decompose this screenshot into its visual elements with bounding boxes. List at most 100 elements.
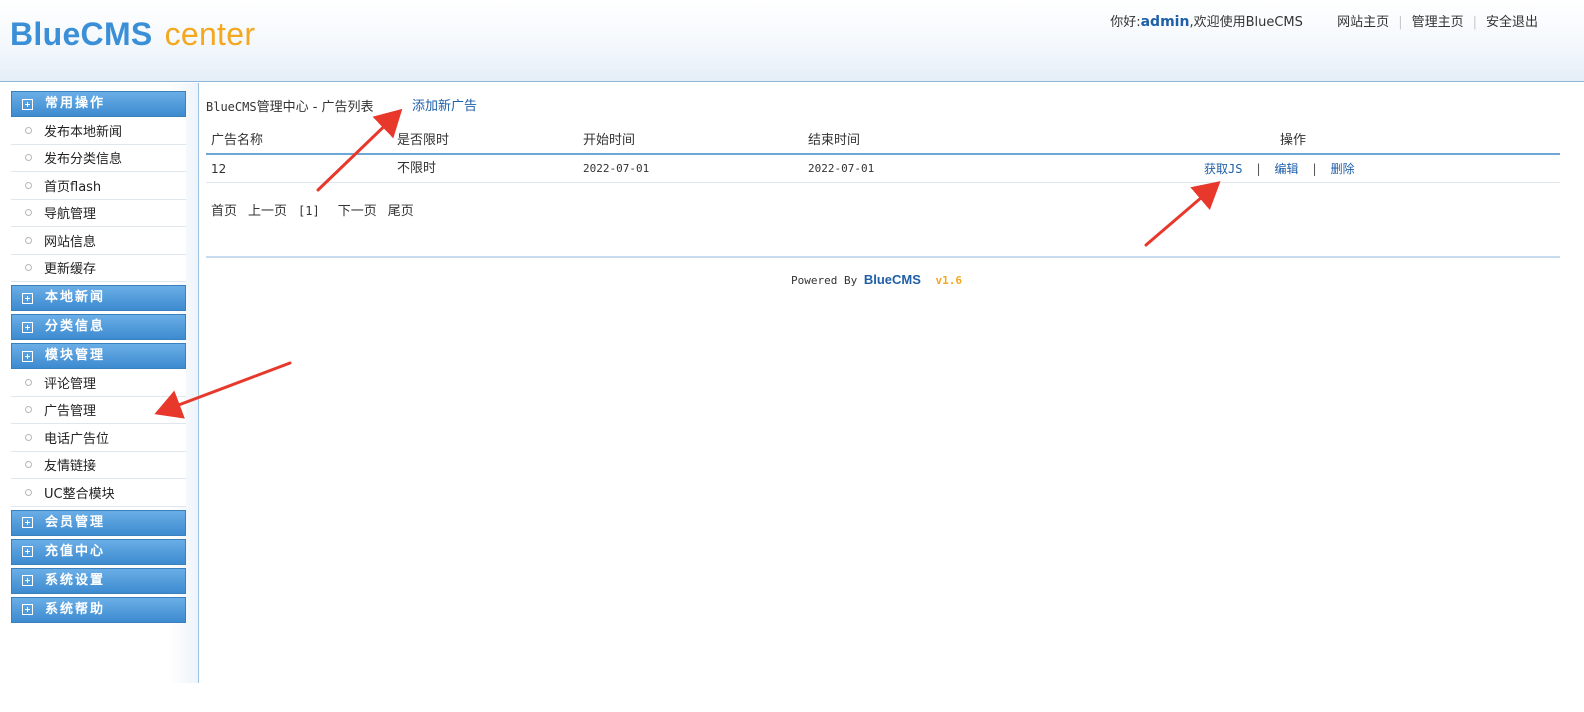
menu-group-recharge[interactable]: 充值中心 [11,538,186,565]
limited-cell: 不限时 [397,161,437,176]
breadcrumb: BlueCMS管理中心 - 广告列表 [206,96,374,115]
menu-group-label: 常用操作 [45,96,106,111]
sidebar-item-flash[interactable]: 首页flash [11,172,186,200]
menu-group-label: 系统帮助 [45,601,106,617]
menu-group-label: 充值中心 [45,543,106,559]
sidebar-item-label: 导航管理 [44,207,97,223]
sidebar: 常用操作 发布本地新闻 发布分类信息 首页flash 导航管理 网站信息 更新缓… [0,83,199,683]
sidebar-item-label: 电话广告位 [44,431,110,447]
expand-icon [22,292,33,304]
current-page: [1] [298,204,320,218]
expand-icon [22,517,33,528]
footer-version: v1.6 [935,274,963,287]
site-home-link[interactable]: 网站主页 [1337,15,1389,30]
last-page-link[interactable]: 尾页 [388,204,414,219]
start-time-cell: 2022-07-01 [583,162,650,175]
action-separator: | [1312,162,1317,176]
footer-brand: BlueCMS [863,272,921,287]
edit-link[interactable]: 编辑 [1275,162,1299,176]
table-row: 12 不限时 2022-07-01 2022-07-01 获取JS | 编辑 | 删除 [206,155,1560,183]
breadcrumb-prefix: BlueCMS [206,100,257,114]
admin-home-link[interactable]: 管理主页 [1412,15,1464,30]
bullet-icon [25,264,32,272]
sidebar-item-uc[interactable]: UC整合模块 [11,479,186,507]
col-limited: 是否限时 [397,133,450,148]
greeting-suffix: ,欢迎使用BlueCMS [1189,15,1303,30]
sidebar-item-label: 更新缓存 [44,262,97,278]
bullet-icon [25,488,32,496]
sidebar-item-site-info[interactable]: 网站信息 [11,227,186,255]
sidebar-item-publish-info[interactable]: 发布分类信息 [11,144,186,172]
table-header: 广告名称 是否限时 开始时间 结束时间 操作 [206,127,1560,155]
menu-group-label: 本地新闻 [45,290,106,305]
col-ad-name: 广告名称 [211,133,264,148]
col-start-time: 开始时间 [583,133,636,148]
bullet-icon [25,181,32,189]
logout-link[interactable]: 安全退出 [1486,15,1538,30]
action-separator: | [1256,162,1261,176]
bullet-icon [25,126,32,134]
menu-group-settings[interactable]: 系统设置 [11,567,186,594]
prev-page-link[interactable]: 上一页 [248,204,287,219]
menu-group-local-news[interactable]: 本地新闻 [11,285,186,311]
divider [206,256,1560,258]
sidebar-item-label: 广告管理 [44,404,97,420]
menu-group-label: 会员管理 [45,514,106,530]
sidebar-item-label: UC整合模块 [44,486,115,502]
menu-group-classified[interactable]: 分类信息 [11,314,186,340]
pagination: 首页 上一页 [1] 下一页 尾页 [211,200,425,219]
bullet-icon [25,406,32,414]
menu-group-members[interactable]: 会员管理 [11,509,186,536]
top-bar: 你好:admin,欢迎使用BlueCMS 网站主页 | 管理主页 | 安全退出 [1110,11,1538,30]
add-ad-link[interactable]: 添加新广告 [412,95,477,114]
sidebar-item-comments[interactable]: 评论管理 [11,369,186,397]
menu-group-common[interactable]: 常用操作 [11,91,186,117]
bullet-icon [25,209,32,217]
greeting-prefix: 你好: [1110,15,1141,30]
sidebar-item-cache[interactable]: 更新缓存 [11,254,186,282]
sidebar-item-nav[interactable]: 导航管理 [11,199,186,227]
sidebar-item-phone-ads[interactable]: 电话广告位 [11,424,186,452]
menu-group-label: 模块管理 [45,348,106,363]
sidebar-item-label: 友情链接 [44,459,97,475]
expand-icon [22,575,33,586]
expand-icon [22,604,33,615]
menu-group-items: 发布本地新闻 发布分类信息 首页flash 导航管理 网站信息 更新缓存 [11,117,186,282]
col-actions: 操作 [1280,133,1307,148]
username: admin [1140,14,1190,30]
bullet-icon [25,433,32,441]
sidebar-item-ads[interactable]: 广告管理 [11,396,186,424]
next-page-link[interactable]: 下一页 [338,204,377,219]
expand-icon [22,350,33,362]
header: BlueCMS center 你好:admin,欢迎使用BlueCMS 网站主页 |… [0,0,1584,82]
powered-by-text: Powered By [791,274,858,287]
menu-group-label: 系统设置 [45,572,106,588]
col-end-time: 结束时间 [808,133,861,148]
bullet-icon [25,154,32,162]
link-separator: | [1472,15,1477,30]
sidebar-item-label: 发布本地新闻 [44,124,123,140]
sidebar-item-links[interactable]: 友情链接 [11,451,186,479]
logo-sub: center [164,16,256,52]
get-js-link[interactable]: 获取JS [1204,162,1242,176]
expand-icon [22,98,33,110]
main-content: BlueCMS管理中心 - 广告列表 添加新广告 广告名称 是否限时 开始时间 … [206,83,1560,683]
first-page-link[interactable]: 首页 [211,204,237,219]
sidebar-item-publish-news[interactable]: 发布本地新闻 [11,117,186,145]
breadcrumb-text: 管理中心 - 广告列表 [256,100,374,115]
sidebar-item-label: 网站信息 [44,234,97,250]
menu-group-items: 评论管理 广告管理 电话广告位 友情链接 UC整合模块 [11,369,186,507]
menu-group-help[interactable]: 系统帮助 [11,596,186,623]
link-separator: | [1398,15,1403,30]
end-time-cell: 2022-07-01 [808,162,875,175]
bullet-icon [25,378,32,386]
expand-icon [22,546,33,557]
expand-icon [22,321,33,333]
sidebar-item-label: 首页flash [44,179,102,195]
bullet-icon [25,461,32,469]
menu-group-label: 分类信息 [45,319,106,334]
menu-group-modules[interactable]: 模块管理 [11,343,186,369]
sidebar-menu: 常用操作 发布本地新闻 发布分类信息 首页flash 导航管理 网站信息 更新缓… [11,91,186,626]
delete-link[interactable]: 删除 [1331,162,1355,176]
sidebar-item-label: 评论管理 [44,376,97,392]
